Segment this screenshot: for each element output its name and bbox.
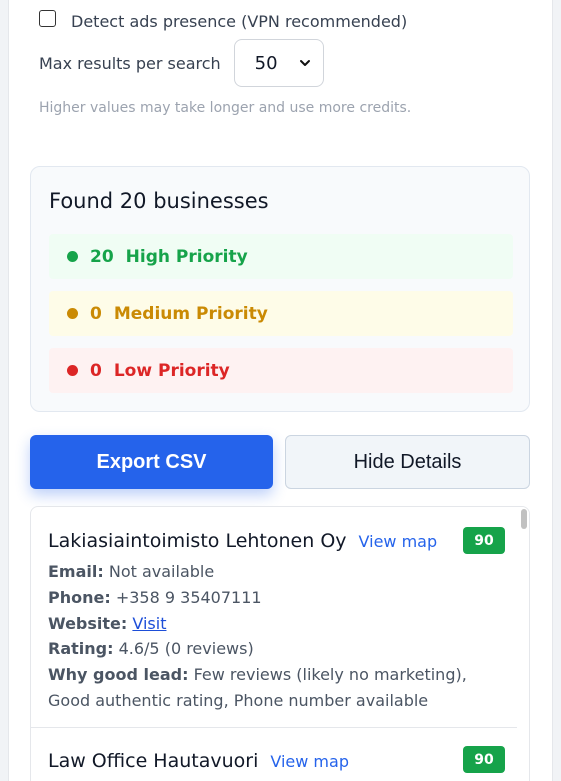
business-details: Email: Not available Phone: +358 9 35407… <box>48 559 478 714</box>
max-results-select[interactable]: 50 <box>233 39 324 87</box>
why-line-2: Good authentic rating, Phone number avai… <box>48 688 478 714</box>
view-map-link[interactable]: View map <box>359 532 438 551</box>
email-value: Not available <box>108 562 215 581</box>
low-priority-count: 0 <box>90 360 102 381</box>
why-value-line1: Few reviews (likely no marketing), <box>193 665 467 685</box>
website-line: Website: Visit <box>48 611 478 637</box>
business-header: Law Office Hautavuori View map <box>48 750 349 772</box>
business-name: Lakiasiaintoimisto Lehtonen Oy <box>48 530 347 552</box>
results-summary: Found 20 businesses 20 High Priority 0 M… <box>30 166 530 412</box>
rating-value: 4.6/5 (0 reviews) <box>118 639 254 659</box>
medium-priority-label: Medium Priority <box>113 303 268 324</box>
export-csv-button[interactable]: Export CSV <box>30 435 273 489</box>
detect-ads-checkbox[interactable] <box>39 9 56 27</box>
low-priority-row: 0 Low Priority <box>49 348 513 393</box>
scrollbar-thumb[interactable] <box>521 509 527 529</box>
results-list: Lakiasiaintoimisto Lehtonen Oy View map … <box>30 506 530 781</box>
high-priority-row: 20 High Priority <box>49 234 513 279</box>
rating-label: Rating: <box>48 639 114 659</box>
website-label: Website: <box>48 613 128 633</box>
detect-ads-row: Detect ads presence (VPN recommended) <box>39 5 407 31</box>
list-item: Law Office Hautavuori View map 90 <box>31 729 521 781</box>
high-priority-count: 20 <box>90 246 114 267</box>
phone-value: +358 9 35407111 <box>115 587 262 607</box>
why-line: Why good lead: Few reviews (likely no ma… <box>48 662 478 688</box>
detect-ads-label[interactable]: Detect ads presence (VPN recommended) <box>71 12 407 31</box>
max-results-value: 50 <box>254 52 278 74</box>
why-value-line2: Good authentic rating, Phone number avai… <box>48 690 429 710</box>
why-label: Why good lead: <box>48 665 189 685</box>
list-item: Lakiasiaintoimisto Lehtonen Oy View map … <box>31 507 521 728</box>
business-name: Law Office Hautavuori <box>48 750 259 772</box>
low-priority-label: Low Priority <box>113 360 230 381</box>
summary-title: Found 20 businesses <box>49 189 269 213</box>
medium-priority-dot-icon <box>67 308 78 319</box>
website-link[interactable]: Visit <box>132 614 166 633</box>
business-header: Lakiasiaintoimisto Lehtonen Oy View map <box>48 530 437 552</box>
medium-priority-count: 0 <box>90 303 102 324</box>
hide-details-button[interactable]: Hide Details <box>285 435 530 489</box>
high-priority-dot-icon <box>67 251 78 262</box>
email-label: Email: <box>48 562 104 581</box>
rating-line: Rating: 4.6/5 (0 reviews) <box>48 636 478 662</box>
low-priority-dot-icon <box>67 365 78 376</box>
max-results-label: Max results per search <box>39 53 221 73</box>
max-results-hint: Higher values may take longer and use mo… <box>39 100 412 116</box>
high-priority-label: High Priority <box>125 246 248 267</box>
results-scrollbar[interactable] <box>517 507 529 781</box>
medium-priority-row: 0 Medium Priority <box>49 291 513 336</box>
score-badge: 90 <box>463 746 505 773</box>
phone-line: Phone: +358 9 35407111 <box>48 585 478 611</box>
phone-label: Phone: <box>48 587 111 607</box>
email-line: Email: Not available <box>48 559 478 585</box>
chevron-down-icon <box>299 60 310 66</box>
view-map-link[interactable]: View map <box>270 752 349 771</box>
max-results-row: Max results per search 50 <box>39 39 324 87</box>
score-badge: 90 <box>463 527 505 554</box>
